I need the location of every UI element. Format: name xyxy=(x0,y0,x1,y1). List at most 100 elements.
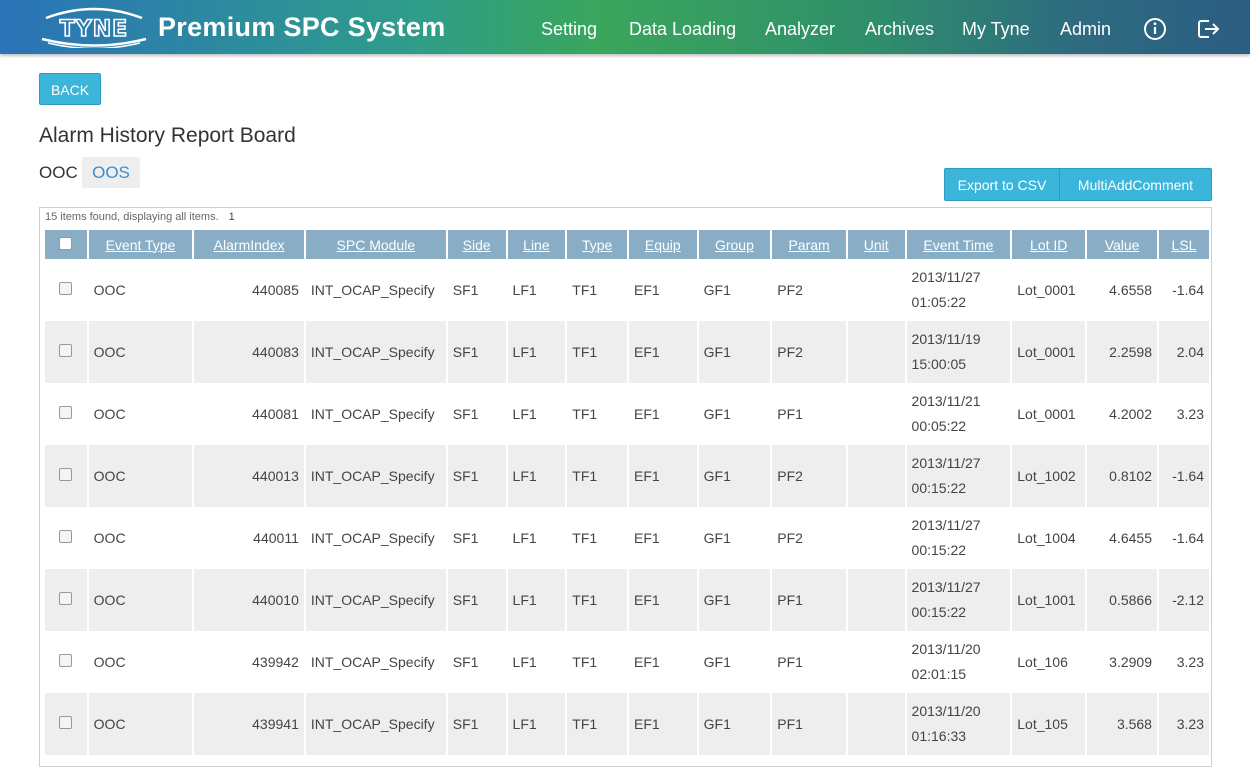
col-lsl[interactable]: LSL xyxy=(1158,230,1209,259)
table-row[interactable]: OOC 440010 INT_OCAP_Specify SF1 LF1 TF1 EF1 GF1… xyxy=(45,569,1209,631)
col-lot-id[interactable]: Lot ID xyxy=(1012,230,1086,259)
col-unit[interactable]: Unit xyxy=(847,230,905,259)
col-spc-module[interactable]: SPC Module xyxy=(305,230,446,259)
cell-line: LF1 xyxy=(507,383,566,445)
nav-setting[interactable]: Setting xyxy=(541,0,597,54)
nav-data-loading[interactable]: Data Loading xyxy=(629,0,736,54)
cell-select[interactable] xyxy=(45,259,87,321)
cell-side: SF1 xyxy=(447,259,506,321)
cell-side: SF1 xyxy=(447,445,506,507)
cell-select[interactable] xyxy=(45,321,87,383)
tyne-logo[interactable]: TYNE xyxy=(40,6,148,48)
col-type[interactable]: Type xyxy=(567,230,627,259)
multi-add-comment-button[interactable]: MultiAddComment xyxy=(1059,168,1212,201)
cell-alarm-index: 440083 xyxy=(194,321,304,383)
cell-event-time: 2013/11/20 01:16:33 xyxy=(906,693,1011,755)
cell-select[interactable] xyxy=(45,383,87,445)
table-row[interactable]: OOC 440011 INT_OCAP_Specify SF1 LF1 TF1 EF1 GF1… xyxy=(45,507,1209,569)
cell-param: PF1 xyxy=(772,693,846,755)
page-title: Alarm History Report Board xyxy=(39,124,296,147)
table-row[interactable]: OOC 439942 INT_OCAP_Specify SF1 LF1 TF1 EF1 GF1… xyxy=(45,631,1209,693)
cell-side: SF1 xyxy=(447,321,506,383)
cell-event-type: OOC xyxy=(88,321,193,383)
table-row[interactable]: OOC 440083 INT_OCAP_Specify SF1 LF1 TF1 EF1 GF1… xyxy=(45,321,1209,383)
col-group[interactable]: Group xyxy=(698,230,771,259)
export-csv-button[interactable]: Export to CSV xyxy=(944,168,1060,201)
tab-ooc[interactable]: OOC xyxy=(39,163,78,183)
tab-oos[interactable]: OOS xyxy=(82,157,140,188)
cell-lsl: -1.64 xyxy=(1158,445,1209,507)
col-event-type[interactable]: Event Type xyxy=(88,230,193,259)
cell-alarm-index: 440085 xyxy=(194,259,304,321)
cell-select[interactable] xyxy=(45,631,87,693)
table-row[interactable]: OOC 439941 INT_OCAP_Specify SF1 LF1 TF1 EF1 GF1… xyxy=(45,693,1209,755)
select-all-checkbox[interactable] xyxy=(59,236,73,250)
cell-alarm-index: 440011 xyxy=(194,507,304,569)
page-link[interactable]: 1 xyxy=(229,211,235,223)
table-row[interactable]: OOC 440085 INT_OCAP_Specify SF1 LF1 TF1 EF1 GF1… xyxy=(45,259,1209,321)
event-date: 2013/11/19 xyxy=(911,331,981,347)
row-checkbox[interactable] xyxy=(59,530,73,543)
cell-select[interactable] xyxy=(45,445,87,507)
nav-admin[interactable]: Admin xyxy=(1060,0,1111,54)
row-checkbox[interactable] xyxy=(59,406,73,419)
cell-param: PF2 xyxy=(772,507,846,569)
cell-select[interactable] xyxy=(45,693,87,755)
cell-equip: EF1 xyxy=(628,383,697,445)
cell-unit xyxy=(847,507,905,569)
col-param[interactable]: Param xyxy=(772,230,846,259)
cell-value: 4.6455 xyxy=(1087,507,1157,569)
event-date: 2013/11/27 xyxy=(911,517,981,533)
cell-equip: EF1 xyxy=(628,445,697,507)
table-row[interactable]: OOC 440081 INT_OCAP_Specify SF1 LF1 TF1 EF1 GF1… xyxy=(45,383,1209,445)
row-checkbox[interactable] xyxy=(59,716,73,729)
cell-line: LF1 xyxy=(507,259,566,321)
table-summary: 15 items found, displaying all items. 1 xyxy=(45,211,235,223)
nav-analyzer[interactable]: Analyzer xyxy=(765,0,835,54)
back-button[interactable]: BACK xyxy=(39,73,101,105)
cell-lsl: 3.23 xyxy=(1158,693,1209,755)
event-time: 01:05:22 xyxy=(911,294,967,310)
cell-spc-module: INT_OCAP_Specify xyxy=(305,259,446,321)
cell-spc-module: INT_OCAP_Specify xyxy=(305,693,446,755)
event-date: 2013/11/20 xyxy=(911,703,981,719)
col-line[interactable]: Line xyxy=(507,230,566,259)
cell-event-type: OOC xyxy=(88,693,193,755)
nav-archives[interactable]: Archives xyxy=(865,0,934,54)
cell-line: LF1 xyxy=(507,631,566,693)
cell-select[interactable] xyxy=(45,507,87,569)
select-all-header[interactable] xyxy=(45,230,87,259)
cell-lot-id: Lot_106 xyxy=(1012,631,1086,693)
cell-equip: EF1 xyxy=(628,631,697,693)
cell-value: 4.6558 xyxy=(1087,259,1157,321)
info-icon[interactable] xyxy=(1143,17,1167,41)
cell-lot-id: Lot_0001 xyxy=(1012,321,1086,383)
cell-group: GF1 xyxy=(698,445,771,507)
col-side[interactable]: Side xyxy=(447,230,506,259)
col-equip[interactable]: Equip xyxy=(628,230,697,259)
row-checkbox[interactable] xyxy=(59,654,73,667)
cell-group: GF1 xyxy=(698,259,771,321)
row-checkbox[interactable] xyxy=(59,468,73,481)
cell-select[interactable] xyxy=(45,569,87,631)
cell-param: PF1 xyxy=(772,383,846,445)
logout-icon[interactable] xyxy=(1196,17,1220,41)
table-row[interactable]: OOC 440013 INT_OCAP_Specify SF1 LF1 TF1 EF1 GF1… xyxy=(45,445,1209,507)
cell-lot-id: Lot_0001 xyxy=(1012,259,1086,321)
row-checkbox[interactable] xyxy=(59,282,73,295)
cell-equip: EF1 xyxy=(628,507,697,569)
row-checkbox[interactable] xyxy=(59,344,73,357)
cell-lot-id: Lot_0001 xyxy=(1012,383,1086,445)
cell-side: SF1 xyxy=(447,507,506,569)
col-value[interactable]: Value xyxy=(1087,230,1157,259)
cell-param: PF1 xyxy=(772,569,846,631)
cell-line: LF1 xyxy=(507,507,566,569)
cell-lsl: -1.64 xyxy=(1158,259,1209,321)
row-checkbox[interactable] xyxy=(59,592,73,605)
cell-event-time: 2013/11/27 00:15:22 xyxy=(906,507,1011,569)
col-alarm-index[interactable]: AlarmIndex xyxy=(194,230,304,259)
nav-my-tyne[interactable]: My Tyne xyxy=(962,0,1030,54)
cell-param: PF1 xyxy=(772,631,846,693)
event-date: 2013/11/27 xyxy=(911,269,981,285)
col-event-time[interactable]: Event Time xyxy=(906,230,1011,259)
